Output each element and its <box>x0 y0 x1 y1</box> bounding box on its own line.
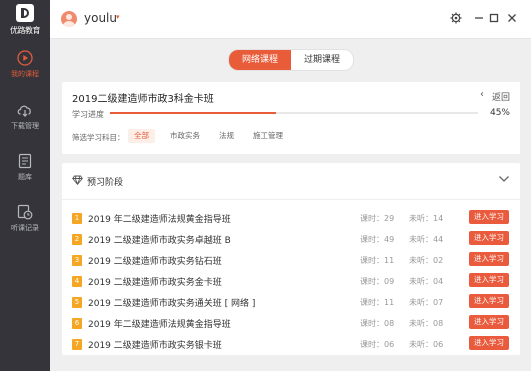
progress-percent: 45% <box>489 108 510 118</box>
user-menu-caret-icon[interactable]: ▾ <box>116 13 120 21</box>
lesson-hours: 课时：49 <box>360 235 395 244</box>
settings-gear-icon[interactable] <box>449 12 463 26</box>
lesson-hours: 课时：09 <box>360 277 395 286</box>
row-number-badge: 5 <box>72 297 82 308</box>
lesson-unheard: 未听：07 <box>409 298 444 307</box>
lesson-row: 5 2019 二级建造师市政实务通关班 [ 网络 ] 课时：11 未听：07 进… <box>62 293 520 314</box>
sidebar-item-my-courses[interactable]: 我的课程 <box>0 50 50 79</box>
app-logo: 优路教育 <box>8 4 42 42</box>
tab-expired-courses[interactable]: 过期课程 <box>291 50 353 70</box>
logo-text: 优路教育 <box>10 26 41 35</box>
enter-study-button[interactable]: 进入学习 <box>469 315 509 329</box>
sidebar-item-label: 我的课程 <box>11 70 39 78</box>
lesson-name: 2019 二级建造师市政实务银卡班 <box>88 341 222 351</box>
chevron-left-icon[interactable]: ‹ <box>480 89 484 100</box>
back-button[interactable]: 返回 <box>492 90 510 103</box>
lesson-unheard: 未听：06 <box>409 340 444 349</box>
document-icon <box>18 153 32 169</box>
lesson-row: 2 2019 二级建造师市政实务卓越班 B 课时：49 未听：44 进入学习 <box>62 230 520 251</box>
enter-study-button[interactable]: 进入学习 <box>469 252 509 266</box>
sidebar-item-label: 题库 <box>18 173 32 181</box>
lesson-name: 2019 年二级建造师法规黄金指导班 <box>88 320 231 330</box>
lesson-unheard: 未听：02 <box>409 256 444 265</box>
progress-bar <box>110 112 478 114</box>
sidebar-item-label: 下载管理 <box>11 122 39 130</box>
filter-chip-regulations[interactable]: 法规 <box>213 129 240 143</box>
enter-study-button[interactable]: 进入学习 <box>469 294 509 308</box>
lesson-row: 6 2019 年二级建造师法规黄金指导班 课时：08 未听：08 进入学习 <box>62 314 520 335</box>
row-number-badge: 6 <box>72 318 82 329</box>
filter-label: 筛选学习科目： <box>72 133 125 142</box>
sidebar-item-question-bank[interactable]: 题库 <box>0 153 50 182</box>
lesson-name: 2019 年二级建造师法规黄金指导班 <box>88 215 231 225</box>
lesson-row: 4 2019 二级建造师市政实务金卡班 课时：09 未听：04 进入学习 <box>62 272 520 293</box>
lesson-name: 2019 二级建造师市政实务卓越班 B <box>88 236 231 246</box>
sidebar-item-history[interactable]: 听课记录 <box>0 204 50 233</box>
maximize-icon[interactable] <box>487 12 501 26</box>
course-section-card: 预习阶段 1 2019 年二级建造师法规黄金指导班 课时：29 未听：14 进入… <box>62 163 520 355</box>
row-number-badge: 2 <box>72 234 82 245</box>
lesson-unheard: 未听：44 <box>409 235 444 244</box>
close-icon[interactable] <box>505 12 519 26</box>
sidebar-item-label: 听课记录 <box>11 224 39 232</box>
course-tabs: 网络课程 过期课程 <box>228 49 354 71</box>
filter-chip-all[interactable]: 全部 <box>128 129 155 143</box>
enter-study-button[interactable]: 进入学习 <box>469 273 509 287</box>
diamond-icon <box>72 175 83 185</box>
course-summary-card: 2019二级建造师市政3科金卡班 ‹ 返回 学习进度 45% 筛选学习科目： 全… <box>62 82 520 154</box>
course-title: 2019二级建造师市政3科金卡班 <box>72 94 214 105</box>
lesson-unheard: 未听：14 <box>409 214 444 223</box>
logo-icon <box>16 4 34 22</box>
row-number-badge: 4 <box>72 276 82 287</box>
enter-study-button[interactable]: 进入学习 <box>469 231 509 245</box>
lesson-hours: 课时：29 <box>360 214 395 223</box>
lesson-row: 1 2019 年二级建造师法规黄金指导班 课时：29 未听：14 进入学习 <box>62 209 520 230</box>
progress-label: 学习进度 <box>72 110 104 119</box>
lesson-hours: 课时：08 <box>360 319 395 328</box>
lesson-row: 7 2019 二级建造师市政实务银卡班 课时：06 未听：06 进入学习 <box>62 335 520 356</box>
history-icon <box>17 204 33 220</box>
row-number-badge: 3 <box>72 255 82 266</box>
progress-fill <box>110 112 276 114</box>
minimize-icon[interactable] <box>472 12 486 26</box>
chevron-down-icon[interactable] <box>498 174 510 184</box>
lesson-hours: 课时：11 <box>360 298 395 307</box>
filter-chip-construction-management[interactable]: 施工管理 <box>247 129 289 143</box>
avatar[interactable] <box>61 11 77 27</box>
lesson-unheard: 未听：04 <box>409 277 444 286</box>
username[interactable]: youlu <box>84 11 117 25</box>
sidebar-item-downloads[interactable]: 下载管理 <box>0 102 50 131</box>
row-number-badge: 1 <box>72 213 82 224</box>
enter-study-button[interactable]: 进入学习 <box>469 336 509 350</box>
main-area: youlu ▾ 网络课程 过期课程 2019二级建造师市政3科金卡班 ‹ 返回 … <box>50 0 531 371</box>
play-circle-icon <box>17 50 33 66</box>
sidebar: 优路教育 我的课程 下载管理 题库 听课记录 <box>0 0 50 371</box>
tab-online-courses[interactable]: 网络课程 <box>229 50 291 70</box>
lesson-row: 3 2019 二级建造师市政实务钻石班 课时：11 未听：02 进入学习 <box>62 251 520 272</box>
lesson-name: 2019 二级建造师市政实务金卡班 <box>88 278 222 288</box>
enter-study-button[interactable]: 进入学习 <box>469 210 509 224</box>
filter-chip-municipal-practice[interactable]: 市政实务 <box>164 129 206 143</box>
section-header[interactable]: 预习阶段 <box>62 163 520 200</box>
lesson-unheard: 未听：08 <box>409 319 444 328</box>
lesson-hours: 课时：06 <box>360 340 395 349</box>
section-title: 预习阶段 <box>87 178 124 188</box>
lesson-hours: 课时：11 <box>360 256 395 265</box>
lesson-name: 2019 二级建造师市政实务通关班 [ 网络 ] <box>88 299 256 309</box>
title-bar: youlu ▾ <box>50 0 531 39</box>
row-number-badge: 7 <box>72 339 82 350</box>
lesson-name: 2019 二级建造师市政实务钻石班 <box>88 257 222 267</box>
cloud-download-icon <box>17 105 31 117</box>
